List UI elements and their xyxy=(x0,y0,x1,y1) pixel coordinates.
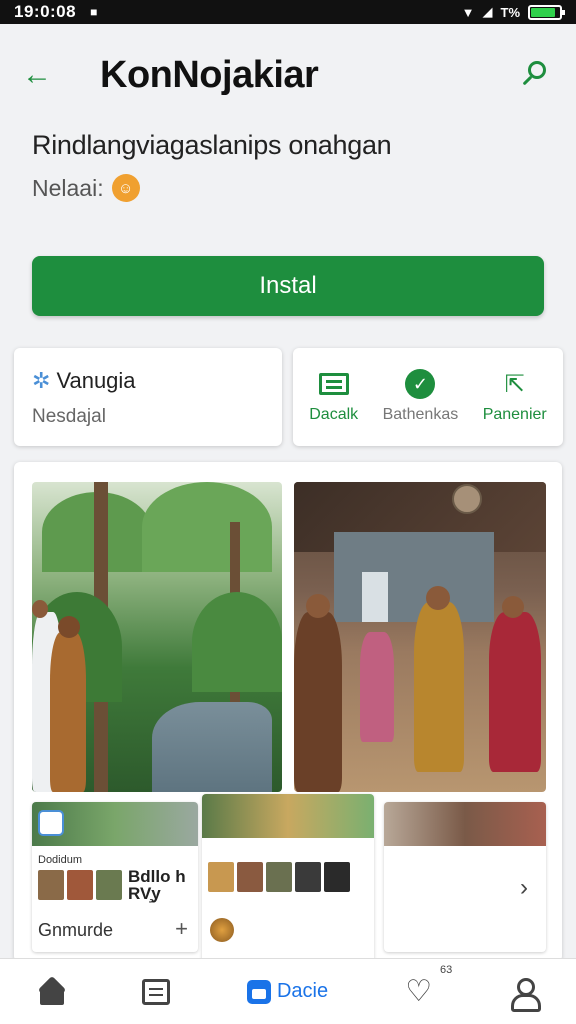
mini-side-text: Bdllo h RV̧y xyxy=(128,867,186,903)
chevron-right-icon[interactable]: › xyxy=(520,874,528,902)
list-icon xyxy=(141,978,170,1005)
nav-home[interactable] xyxy=(39,980,65,1005)
apps-icon xyxy=(246,979,271,1004)
app-bar: ← KonNojakiar xyxy=(0,40,576,110)
nav-apps[interactable]: Dacie xyxy=(246,979,329,1004)
action-share[interactable]: ⇱ Panenier xyxy=(483,370,547,424)
user-icon xyxy=(509,977,542,1012)
nav-list[interactable] xyxy=(141,978,170,1005)
rating-label: Nelaai: xyxy=(32,174,104,201)
action-label: Panenier xyxy=(482,406,547,423)
screenshot-gathering[interactable] xyxy=(294,482,546,792)
signal-label: T% xyxy=(500,4,521,20)
badge-icon xyxy=(210,918,234,942)
action-label: Bathenkas xyxy=(382,406,459,423)
install-button[interactable]: Instal xyxy=(32,256,544,316)
screenshot-card-3[interactable]: › xyxy=(384,802,546,952)
mini-footer: Gnmurde xyxy=(38,920,114,940)
nav-apps-label: Dacie xyxy=(276,980,329,1002)
wifi-icon: ▼ xyxy=(461,4,475,20)
screenshot-card-2[interactable] xyxy=(202,794,374,962)
action-check[interactable]: ✓ Bathenkas xyxy=(382,369,459,424)
screenshot-gallery: Dodidum Bdllo h RV̧y Gnmurde + › xyxy=(14,462,562,962)
mini-caption: Dodidum xyxy=(38,854,83,866)
action-download[interactable]: Dacalk xyxy=(309,370,358,424)
screenshot-card-1[interactable]: Dodidum Bdllo h RV̧y Gnmurde + xyxy=(32,802,198,952)
bottom-nav: Dacie ♡ 63 xyxy=(0,958,576,1024)
app-name: Vanugia xyxy=(56,368,136,393)
battery-icon xyxy=(528,4,565,20)
nav-likes[interactable]: ♡ 63 xyxy=(405,964,452,1009)
gear-icon: ✲ xyxy=(32,368,51,393)
search-icon[interactable] xyxy=(518,57,554,93)
status-bar: 19:0:08 ■ ▼ ◢ T% xyxy=(0,0,576,24)
notification-icon: ■ xyxy=(90,5,98,19)
heart-icon: ♡ xyxy=(405,975,433,1008)
check-circle-icon: ✓ xyxy=(405,369,436,399)
developer-name: Nesdajal xyxy=(32,406,106,427)
action-label: Dacalk xyxy=(309,406,359,423)
app-icon xyxy=(38,810,64,836)
screenshot-garden[interactable] xyxy=(32,482,282,792)
signal-icon: ◢ xyxy=(482,4,493,19)
actions-card: Dacalk ✓ Bathenkas ⇱ Panenier xyxy=(293,348,563,446)
rating-badge-icon: ☺ xyxy=(111,174,140,202)
download-list-icon xyxy=(318,373,349,395)
page-title: KonNojakiar xyxy=(100,53,319,96)
status-right: ▼ ◢ T% xyxy=(461,4,565,20)
home-icon xyxy=(39,980,65,1005)
nav-profile[interactable] xyxy=(509,977,542,1012)
share-icon: ⇱ xyxy=(504,370,525,398)
arrow-left-icon[interactable]: ← xyxy=(22,58,62,92)
plus-icon[interactable]: + xyxy=(175,916,188,942)
status-time: 19:0:08 xyxy=(14,2,77,21)
rating-row: Nelaai: ☺ xyxy=(32,174,140,202)
app-subtitle: Rindlangviagaslanips onahgan xyxy=(32,130,392,160)
app-info-card[interactable]: ✲ Vanugia Nesdajal xyxy=(14,348,282,446)
likes-count: 63 xyxy=(439,964,453,976)
